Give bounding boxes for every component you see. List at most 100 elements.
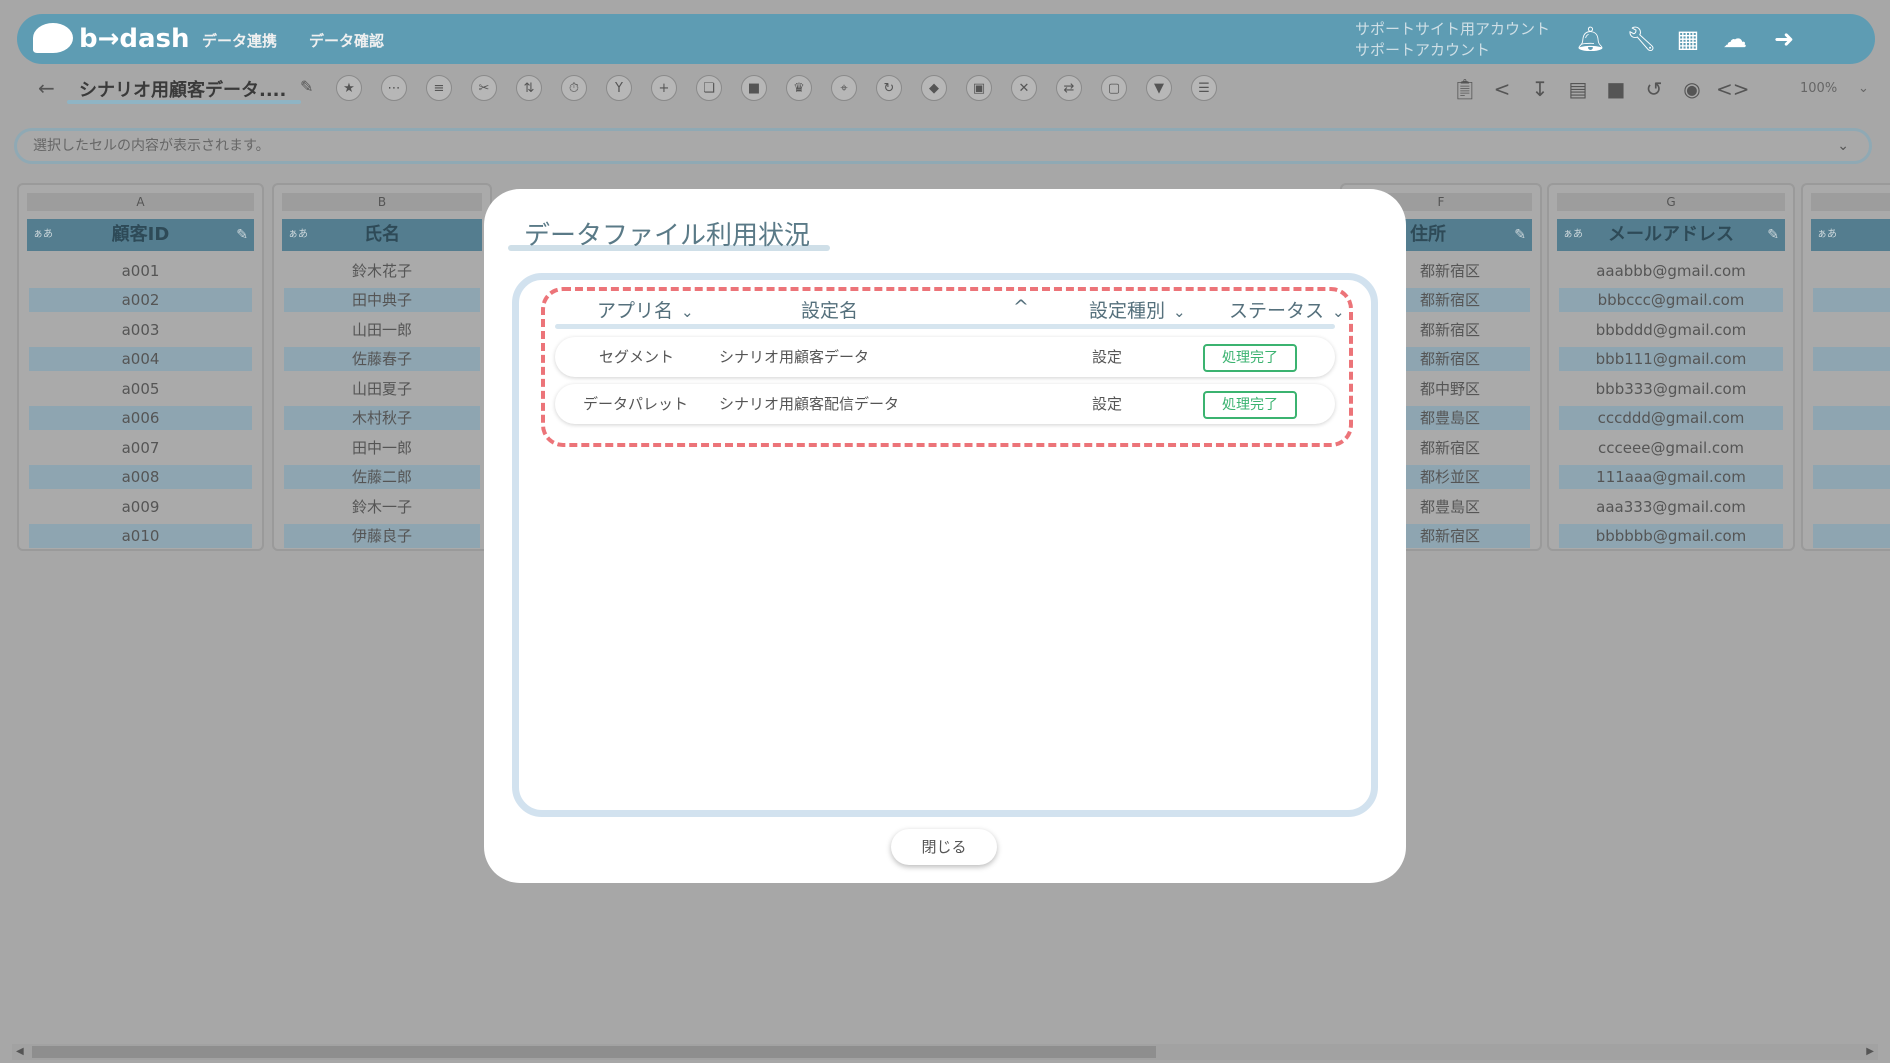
table-cell[interactable]: a006 <box>29 406 252 430</box>
frame-icon[interactable]: ▢ <box>1101 75 1127 101</box>
table-cell[interactable]: aaa333@gmail.com <box>1559 495 1783 519</box>
list-icon[interactable]: ▤ <box>1564 75 1592 103</box>
download-icon[interactable]: ↧ <box>1526 75 1554 103</box>
close-button[interactable]: 閉じる <box>891 829 997 865</box>
table-cell[interactable]: 山田夏子 <box>284 377 480 401</box>
highlight-annotation <box>541 287 1353 447</box>
table-cell[interactable]: 111aaa@gmail.com <box>1559 465 1783 489</box>
table-cell[interactable]: 山田一郎 <box>284 318 480 342</box>
pencil-icon[interactable]: ✎ <box>1767 219 1779 251</box>
share-icon[interactable]: < <box>1488 75 1516 103</box>
table-cell[interactable]: a004 <box>29 347 252 371</box>
table-cell[interactable] <box>1813 465 1890 489</box>
add-icon[interactable]: + <box>651 75 677 101</box>
nav-data-link[interactable]: データ連携 <box>202 30 277 51</box>
table-cell[interactable] <box>1813 347 1890 371</box>
chevron-down-icon[interactable]: ⌄ <box>1837 131 1849 161</box>
table-cell[interactable]: bbb333@gmail.com <box>1559 377 1783 401</box>
compress-icon[interactable]: ⇅ <box>516 75 542 101</box>
table-cell[interactable]: aaabbb@gmail.com <box>1559 259 1783 283</box>
table-cell[interactable]: 田中一郎 <box>284 436 480 460</box>
zoom-chevron-down-icon: ⌄ <box>1858 81 1869 96</box>
column-a[interactable]: A ぁあ 顧客ID ✎ a001 a002 a003 a004 a005 a00… <box>17 183 264 551</box>
table-cell[interactable]: a007 <box>29 436 252 460</box>
clipboard-icon[interactable]: 📋︎ <box>1451 75 1479 103</box>
column-header[interactable]: ぁあ <box>1811 219 1890 251</box>
logout-icon[interactable]: ➜ <box>1769 24 1799 54</box>
edit-name-pencil-icon[interactable]: ✎ <box>300 77 313 96</box>
column-b[interactable]: B ぁあ 氏名 鈴木花子 田中典子 山田一郎 佐藤春子 山田夏子 木村秋子 田中… <box>272 183 492 551</box>
column-h[interactable]: ぁあ <box>1801 183 1890 551</box>
box-icon[interactable]: ▣ <box>966 75 992 101</box>
table-cell[interactable]: 伊藤良子 <box>284 524 480 548</box>
pencil-icon[interactable]: ✎ <box>1514 219 1526 251</box>
scroll-thumb[interactable] <box>32 1046 1156 1058</box>
text-lines-icon[interactable]: ≡ <box>426 75 452 101</box>
bell-icon[interactable]: 🔔︎ <box>1575 24 1605 54</box>
table-cell[interactable]: bbbddd@gmail.com <box>1559 318 1783 342</box>
history-icon[interactable]: ↺ <box>1640 75 1668 103</box>
table-cell[interactable]: 木村秋子 <box>284 406 480 430</box>
table-cell[interactable]: 田中典子 <box>284 288 480 312</box>
scissors-icon[interactable]: ✂ <box>471 75 497 101</box>
copy-icon[interactable]: ❏ <box>696 75 722 101</box>
app-header: b→dash データ連携 データ確認 サポートサイト用アカウント サポートアカウ… <box>17 14 1875 64</box>
table-cell[interactable]: bbbbbb@gmail.com <box>1559 524 1783 548</box>
table-cell[interactable]: 佐藤春子 <box>284 347 480 371</box>
table-cell[interactable]: a002 <box>29 288 252 312</box>
column-header[interactable]: ぁあ メールアドレス ✎ <box>1557 219 1785 251</box>
logo-bubble-icon <box>33 23 73 53</box>
column-header[interactable]: ぁあ 顧客ID ✎ <box>27 219 254 251</box>
table-cell[interactable]: cccddd@gmail.com <box>1559 406 1783 430</box>
delete-icon[interactable]: ■ <box>1602 75 1630 103</box>
text-format-icon[interactable]: ☰ <box>1191 75 1217 101</box>
zoom-select[interactable]: 100% ⌄ <box>1780 76 1870 102</box>
expand-icon[interactable]: ⌖ <box>831 75 857 101</box>
scroll-left-icon[interactable]: ◀ <box>16 1044 24 1060</box>
horizontal-scrollbar[interactable]: ◀ ▶ <box>12 1044 1878 1060</box>
table-cell[interactable]: a010 <box>29 524 252 548</box>
scroll-right-icon[interactable]: ▶ <box>1866 1044 1874 1060</box>
chat-icon[interactable]: ☁ <box>1720 24 1750 54</box>
grid-icon[interactable]: ▦ <box>1673 24 1703 54</box>
file-name[interactable]: シナリオ用顧客データ.... <box>79 76 286 102</box>
trash-icon[interactable]: ■ <box>741 75 767 101</box>
back-arrow-icon[interactable]: ← <box>38 76 55 100</box>
table-cell[interactable]: a008 <box>29 465 252 489</box>
cancel-circle-icon[interactable]: ✕ <box>1011 75 1037 101</box>
table-cell[interactable]: bbb111@gmail.com <box>1559 347 1783 371</box>
code-icon[interactable]: <> <box>1716 75 1750 103</box>
favorite-star-icon[interactable]: ★ <box>336 75 362 101</box>
column-header[interactable]: ぁあ 氏名 <box>282 219 482 251</box>
more-dots-icon[interactable]: ⋯ <box>381 75 407 101</box>
table-cell[interactable]: a005 <box>29 377 252 401</box>
swap-icon[interactable]: ⇄ <box>1056 75 1082 101</box>
table-cell[interactable]: 佐藤二郎 <box>284 465 480 489</box>
lock-icon[interactable]: ◆ <box>921 75 947 101</box>
timer-icon[interactable]: ⏱ <box>561 75 587 101</box>
table-cell[interactable]: ccceee@gmail.com <box>1559 436 1783 460</box>
column-g[interactable]: G ぁあ メールアドレス ✎ aaabbb@gmail.com bbbccc@g… <box>1547 183 1795 551</box>
bdash-logo[interactable]: b→dash <box>33 23 190 55</box>
table-cell[interactable]: a001 <box>29 259 252 283</box>
table-cell[interactable] <box>1813 288 1890 312</box>
table-cell[interactable] <box>1813 406 1890 430</box>
merge-icon[interactable]: Y <box>606 75 632 101</box>
wrench-icon[interactable]: 🔧︎ <box>1626 24 1656 54</box>
table-cell[interactable]: bbbccc@gmail.com <box>1559 288 1783 312</box>
table-cell[interactable]: 鈴木一子 <box>284 495 480 519</box>
nav-data-check[interactable]: データ確認 <box>309 30 384 51</box>
table-cell[interactable]: 鈴木花子 <box>284 259 480 283</box>
file-search-icon[interactable]: ◉ <box>1678 75 1706 103</box>
type-badge: ぁあ <box>1563 229 1583 240</box>
crown-icon[interactable]: ♛ <box>786 75 812 101</box>
cell-content-bar[interactable]: 選択したセルの内容が表示されます。 ⌄ <box>14 128 1872 164</box>
filter-icon[interactable]: ▼ <box>1146 75 1172 101</box>
column-letter: G <box>1557 193 1785 211</box>
account-info[interactable]: サポートサイト用アカウント サポートアカウント <box>1355 19 1550 61</box>
pencil-icon[interactable]: ✎ <box>236 219 248 251</box>
table-cell[interactable]: a009 <box>29 495 252 519</box>
table-cell[interactable]: a003 <box>29 318 252 342</box>
repeat-icon[interactable]: ↻ <box>876 75 902 101</box>
table-cell[interactable] <box>1813 524 1890 548</box>
